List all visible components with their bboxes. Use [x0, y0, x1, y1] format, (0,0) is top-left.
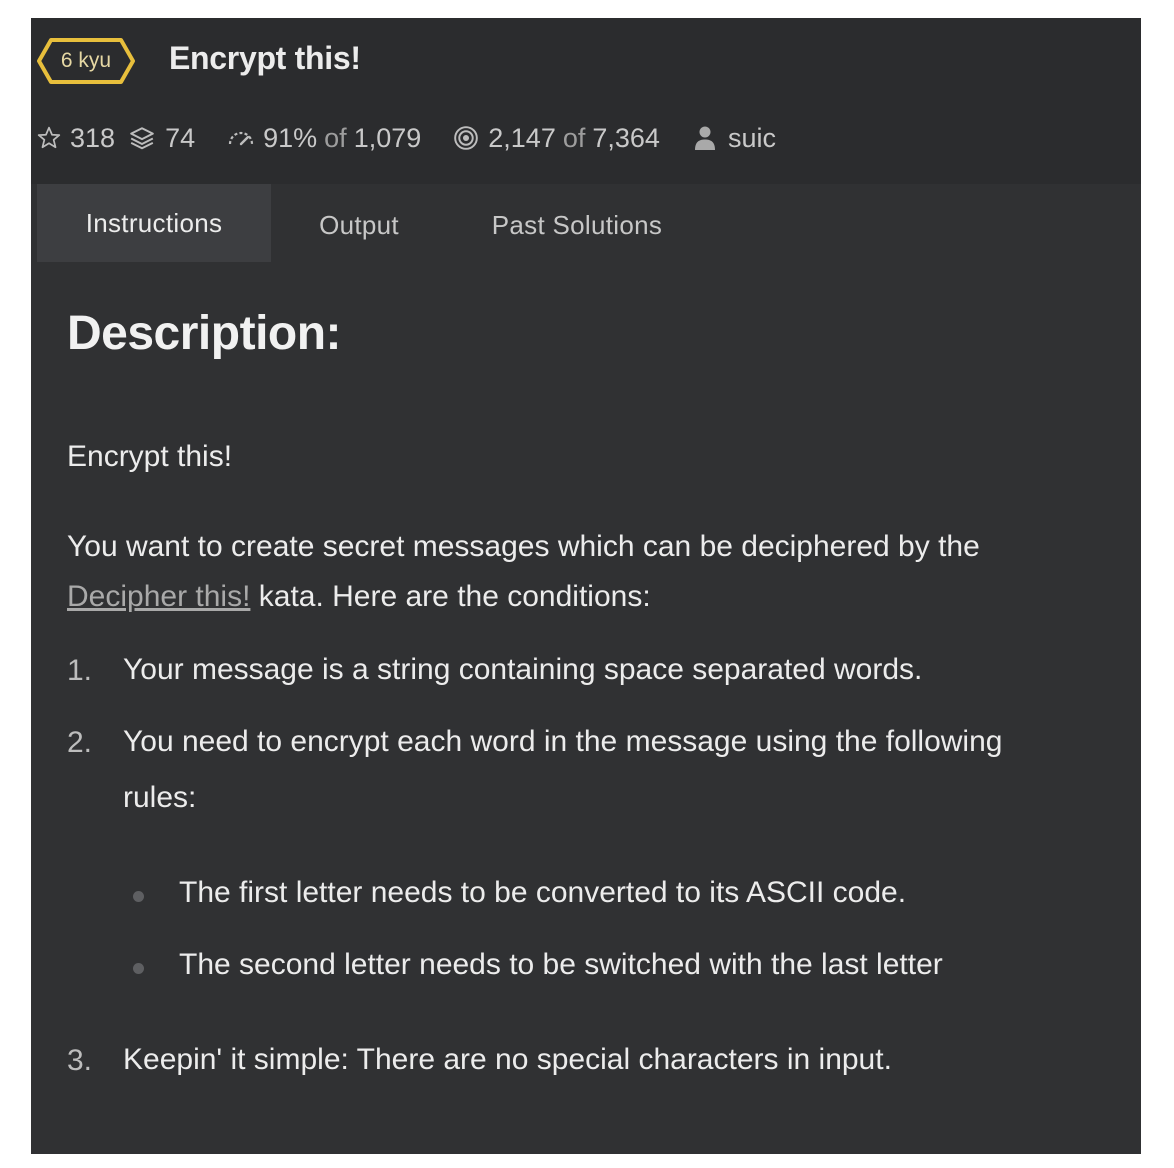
list-item: Your message is a string containing spac… [123, 653, 923, 686]
stars-stat[interactable]: 318 [36, 123, 115, 154]
tab-output[interactable]: Output [271, 184, 447, 262]
stars-count: 318 [70, 122, 116, 153]
collections-count: 74 [165, 122, 196, 153]
author-stat[interactable]: suic [694, 123, 776, 154]
list-number: 1. [67, 654, 93, 687]
collections-stat[interactable]: 74 [129, 123, 195, 154]
rule-item: The second letter needs to be switched w… [179, 948, 943, 981]
rule-item: The first letter needs to be converted t… [179, 876, 907, 909]
target-icon [453, 125, 479, 151]
gauge-icon [227, 128, 255, 148]
intro-paragraph: Encrypt this! [67, 440, 233, 473]
bullet-dot [133, 891, 144, 902]
list-item: You need to encrypt each word in the mes… [123, 725, 1003, 814]
kata-stats: 318 74 91% of 1,079 2,147 of 7,364 suic [36, 118, 776, 158]
list-number: 2. [67, 726, 93, 759]
satisfaction-of: of [324, 122, 347, 153]
completed-of: of [562, 122, 586, 153]
layers-icon [129, 125, 155, 151]
kata-header: 6 kyu Encrypt this! 318 74 91% of 1,079 … [31, 18, 1141, 184]
tab-instructions[interactable]: Instructions [37, 184, 271, 262]
attempted-count: 7,364 [592, 122, 660, 153]
kata-tabs: Instructions Output Past Solutions [37, 184, 707, 262]
author-name[interactable]: suic [728, 123, 776, 154]
completed-count: 2,147 [488, 122, 556, 153]
satisfaction-votes: 1,079 [353, 122, 422, 153]
conditions-text-suffix: kata. Here are the conditions: [258, 580, 651, 613]
list-item: Keepin' it simple: There are no special … [123, 1043, 892, 1076]
list-number: 3. [67, 1044, 93, 1077]
rank-label: 6 kyu [60, 49, 112, 72]
satisfaction-percent: 91% [263, 122, 318, 153]
kata-title: Encrypt this! [169, 40, 361, 76]
rank-badge: 6 kyu [37, 38, 135, 84]
kata-panel: 6 kyu Encrypt this! 318 74 91% of 1,079 … [31, 18, 1141, 1154]
bullet-dot [133, 963, 144, 974]
user-icon [694, 125, 716, 151]
decipher-this-link[interactable]: Decipher this! [67, 580, 250, 613]
conditions-paragraph: You want to create secret messages which… [67, 522, 1067, 622]
completions-stat: 2,147 of 7,364 [453, 123, 660, 154]
conditions-text-prefix: You want to create secret messages which… [67, 530, 980, 563]
description-heading: Description: [67, 307, 342, 360]
star-outline-icon [36, 125, 62, 151]
tab-past-solutions[interactable]: Past Solutions [447, 184, 707, 262]
satisfaction-stat: 91% of 1,079 [227, 123, 421, 154]
